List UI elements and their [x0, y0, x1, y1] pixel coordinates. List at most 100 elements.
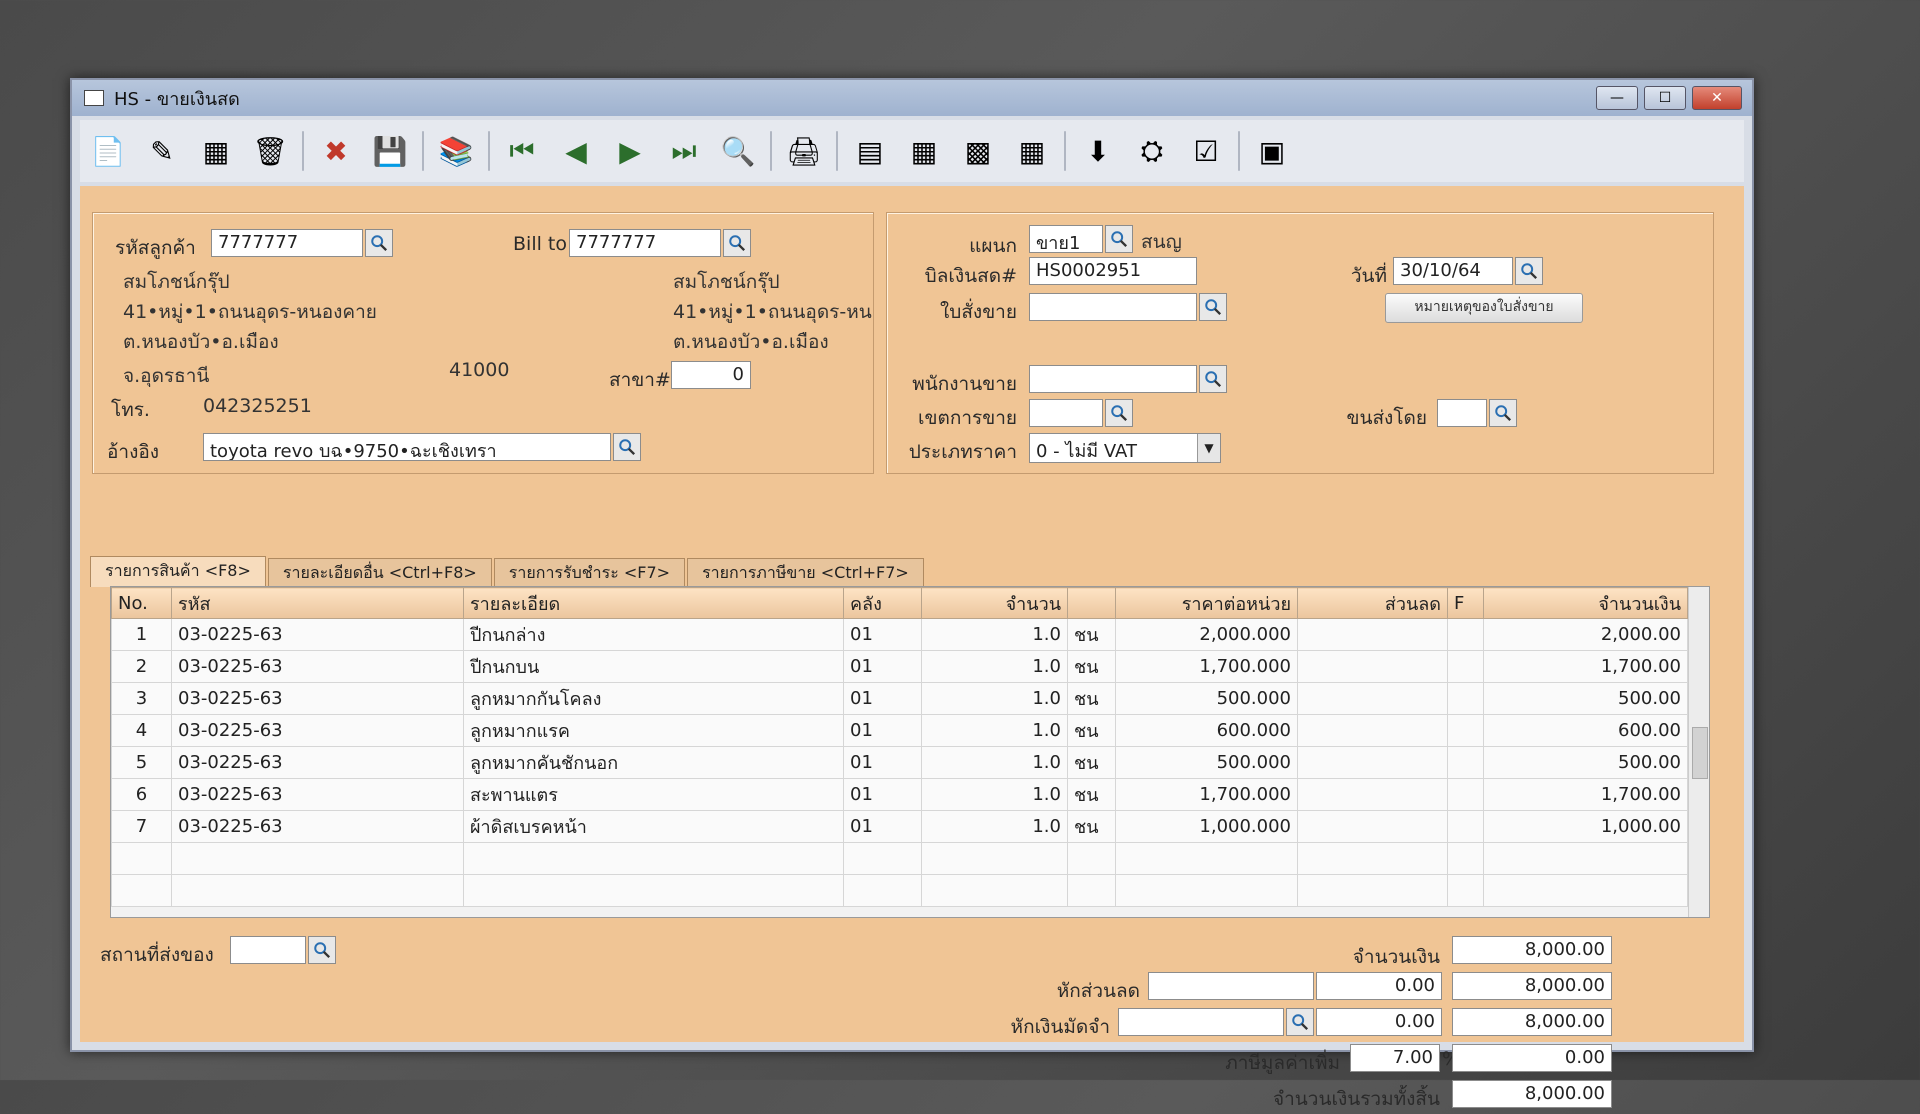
cancel-icon[interactable]: ✖: [314, 129, 358, 173]
cell-no[interactable]: 5: [111, 746, 172, 779]
cell-discount[interactable]: [1297, 842, 1448, 875]
cell-f[interactable]: [1447, 874, 1484, 907]
cell-desc[interactable]: ปีกนกบน: [463, 650, 844, 683]
cell-price[interactable]: 1,700.000: [1115, 650, 1298, 683]
calculator-icon[interactable]: ▦: [902, 129, 946, 173]
settings-icon[interactable]: ⛭: [1130, 129, 1174, 173]
cell-qty[interactable]: 1.0: [921, 650, 1068, 683]
table-row[interactable]: 5 03-0225-63 ลูกหมากคันชักนอก 01 1.0 ชน 500.00…: [111, 746, 1688, 779]
cell-no[interactable]: [111, 874, 172, 907]
deposit-value[interactable]: 0.00: [1316, 1008, 1442, 1036]
table-row[interactable]: 2 03-0225-63 ปีกนกบน 01 1.0 ชน 1,700.000 1,700.…: [111, 650, 1688, 683]
col-no-header[interactable]: No.: [111, 587, 172, 619]
col-price-header[interactable]: ราคาต่อหน่วย: [1115, 587, 1298, 619]
vat-rate-input[interactable]: 7.00: [1350, 1044, 1440, 1072]
cell-no[interactable]: 1: [111, 618, 172, 651]
cell-amount[interactable]: 500.00: [1483, 682, 1688, 715]
first-record-icon[interactable]: ⏮: [500, 129, 544, 173]
deposit-search-button[interactable]: [1286, 1008, 1314, 1036]
cell-code[interactable]: 03-0225-63: [171, 778, 464, 811]
col-desc-header[interactable]: รายละเอียด: [463, 587, 844, 619]
cell-price[interactable]: 1,700.000: [1115, 778, 1298, 811]
previous-record-icon[interactable]: ◀: [554, 129, 598, 173]
cell-discount[interactable]: [1297, 746, 1448, 779]
cell-price[interactable]: 1,000.000: [1115, 810, 1298, 843]
cell-f[interactable]: [1447, 682, 1484, 715]
ok-icon[interactable]: ☑: [1184, 129, 1228, 173]
table-row[interactable]: [111, 874, 1688, 907]
cell-no[interactable]: 3: [111, 682, 172, 715]
cell-price[interactable]: 600.000: [1115, 714, 1298, 747]
cell-desc[interactable]: สะพานแตร: [463, 778, 844, 811]
cell-desc[interactable]: [463, 874, 844, 907]
tab-payments[interactable]: รายการรับชำระ <F7>: [493, 558, 686, 587]
cell-qty[interactable]: 1.0: [921, 618, 1068, 651]
price-type-select[interactable]: 0 - ไม่มี VAT ▼: [1029, 433, 1221, 463]
cell-warehouse[interactable]: [843, 842, 922, 875]
cell-f[interactable]: [1447, 714, 1484, 747]
export-icon[interactable]: ▣: [1250, 129, 1294, 173]
cell-amount[interactable]: 500.00: [1483, 746, 1688, 779]
approve-icon[interactable]: ⬇: [1076, 129, 1120, 173]
cell-amount[interactable]: 1,700.00: [1483, 650, 1688, 683]
books-icon[interactable]: 📚: [434, 129, 478, 173]
table-row[interactable]: 7 03-0225-63 ผ้าดิสเบรคหน้า 01 1.0 ชน 1,000.00…: [111, 810, 1688, 843]
cell-desc[interactable]: ลูกหมากแรค: [463, 714, 844, 747]
cell-warehouse[interactable]: 01: [843, 618, 922, 651]
deliver-place-search-button[interactable]: [308, 936, 336, 964]
cell-code[interactable]: 03-0225-63: [171, 682, 464, 715]
cell-warehouse[interactable]: 01: [843, 778, 922, 811]
tab-other-details[interactable]: รายละเอียดอื่น <Ctrl+F8>: [267, 558, 492, 587]
chevron-down-icon[interactable]: ▼: [1197, 434, 1220, 462]
cell-no[interactable]: 4: [111, 714, 172, 747]
cell-price[interactable]: [1115, 842, 1298, 875]
cell-no[interactable]: [111, 842, 172, 875]
cell-unit[interactable]: [1067, 842, 1116, 875]
cell-f[interactable]: [1447, 810, 1484, 843]
col-code-header[interactable]: รหัส: [171, 587, 464, 619]
cell-unit[interactable]: ชน: [1067, 778, 1116, 811]
grid-scrollbar[interactable]: [1688, 587, 1709, 917]
edit-icon[interactable]: ✎: [140, 129, 184, 173]
next-record-icon[interactable]: ▶: [608, 129, 652, 173]
table-row[interactable]: 6 03-0225-63 สะพานแตร 01 1.0 ชน 1,700.000 1,700…: [111, 778, 1688, 811]
report-icon[interactable]: ▤: [848, 129, 892, 173]
cell-qty[interactable]: [921, 874, 1068, 907]
customer-code-input[interactable]: 7777777: [211, 229, 363, 257]
cell-amount[interactable]: 2,000.00: [1483, 618, 1688, 651]
cell-discount[interactable]: [1297, 778, 1448, 811]
cell-unit[interactable]: ชน: [1067, 746, 1116, 779]
col-qty-header[interactable]: จำนวน: [921, 587, 1068, 619]
save-icon[interactable]: 💾: [368, 129, 412, 173]
cell-qty[interactable]: 1.0: [921, 746, 1068, 779]
cell-qty[interactable]: 1.0: [921, 682, 1068, 715]
ship-by-input[interactable]: [1437, 399, 1487, 427]
cell-no[interactable]: 2: [111, 650, 172, 683]
delete-icon[interactable]: 🗑: [248, 129, 292, 173]
salesman-search-button[interactable]: [1199, 365, 1227, 393]
table-row[interactable]: 3 03-0225-63 ลูกหมากกันโคลง 01 1.0 ชน 500.000 5…: [111, 682, 1688, 715]
cell-code[interactable]: [171, 842, 464, 875]
cell-discount[interactable]: [1297, 682, 1448, 715]
cell-f[interactable]: [1447, 842, 1484, 875]
cell-no[interactable]: 7: [111, 810, 172, 843]
billto-search-button[interactable]: [723, 229, 751, 257]
ship-by-search-button[interactable]: [1489, 399, 1517, 427]
col-amount-header[interactable]: จำนวนเงิน: [1483, 587, 1688, 619]
cell-warehouse[interactable]: 01: [843, 714, 922, 747]
new-document-icon[interactable]: 📄: [86, 129, 130, 173]
salesman-input[interactable]: [1029, 365, 1197, 393]
maximize-button[interactable]: ☐: [1644, 86, 1686, 110]
cell-warehouse[interactable]: [843, 874, 922, 907]
table-row[interactable]: 4 03-0225-63 ลูกหมากแรค 01 1.0 ชน 600.000 600.0…: [111, 714, 1688, 747]
deposit-text-input[interactable]: [1118, 1008, 1284, 1036]
table-row[interactable]: [111, 842, 1688, 875]
cell-unit[interactable]: ชน: [1067, 650, 1116, 683]
cell-code[interactable]: 03-0225-63: [171, 650, 464, 683]
col-discount-header[interactable]: ส่วนลด: [1297, 587, 1448, 619]
cell-f[interactable]: [1447, 778, 1484, 811]
cell-desc[interactable]: [463, 842, 844, 875]
cell-discount[interactable]: [1297, 714, 1448, 747]
cell-price[interactable]: 500.000: [1115, 746, 1298, 779]
cell-code[interactable]: 03-0225-63: [171, 746, 464, 779]
